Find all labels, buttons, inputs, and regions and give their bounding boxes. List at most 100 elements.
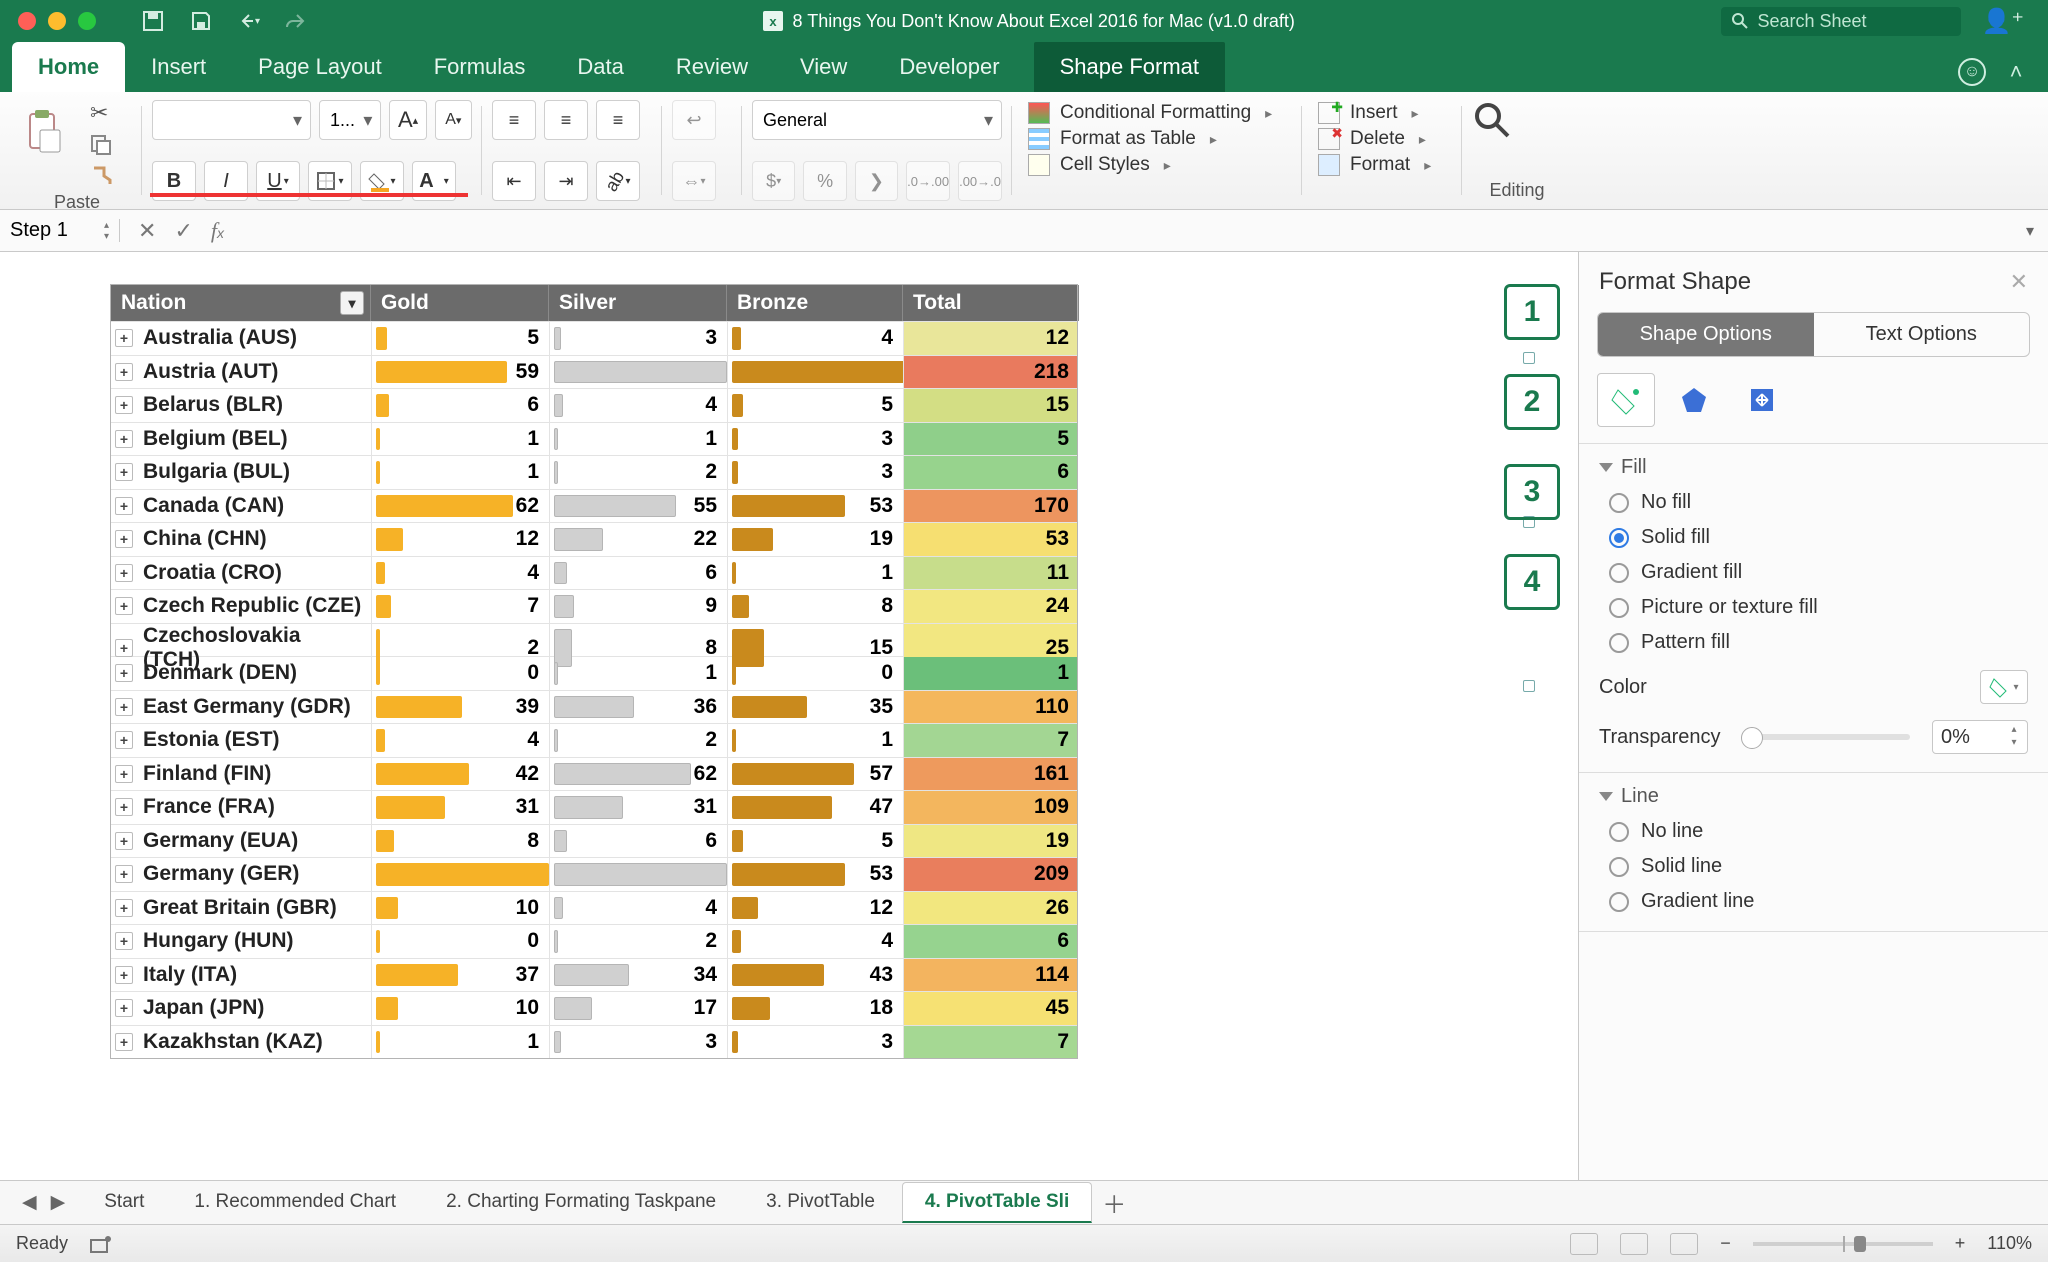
- line-option-solid-line[interactable]: Solid line: [1609, 855, 2028, 878]
- table-row[interactable]: +Germany (GER)787853209: [111, 857, 1077, 891]
- table-row[interactable]: +Denmark (DEN)0101: [111, 656, 1077, 690]
- transparency-slider[interactable]: [1743, 734, 1910, 740]
- conditional-formatting-button[interactable]: Conditional Formatting▸: [1028, 102, 1286, 124]
- expand-icon[interactable]: +: [115, 463, 133, 481]
- redo-icon[interactable]: [286, 10, 308, 32]
- zoom-out-icon[interactable]: −: [1720, 1233, 1731, 1254]
- step-shape-4[interactable]: 4: [1504, 554, 1560, 610]
- copy-icon[interactable]: [90, 134, 112, 156]
- expand-icon[interactable]: +: [115, 664, 133, 682]
- line-heading[interactable]: Line: [1621, 785, 1659, 808]
- table-row[interactable]: +Japan (JPN)10171845: [111, 991, 1077, 1025]
- sheet-tab[interactable]: 4. PivotTable Sli: [902, 1182, 1092, 1223]
- close-pane-icon[interactable]: ✕: [2010, 269, 2028, 295]
- expand-icon[interactable]: +: [115, 497, 133, 515]
- table-row[interactable]: +Great Britain (GBR)1041226: [111, 891, 1077, 925]
- expand-icon[interactable]: +: [115, 639, 133, 657]
- table-row[interactable]: +Finland (FIN)426257161: [111, 757, 1077, 791]
- table-row[interactable]: +Czechoslovakia (TCH)281525: [111, 623, 1077, 657]
- cut-icon[interactable]: ✂: [90, 100, 112, 126]
- decrease-decimal-button[interactable]: .00→.0: [958, 161, 1002, 201]
- pivot-header-silver[interactable]: Silver: [549, 285, 727, 321]
- expand-icon[interactable]: +: [115, 899, 133, 917]
- expand-icon[interactable]: +: [115, 999, 133, 1017]
- insert-cells-button[interactable]: ✚Insert▸: [1318, 102, 1446, 124]
- format-painter-icon[interactable]: [90, 164, 112, 186]
- expand-icon[interactable]: +: [115, 1033, 133, 1051]
- table-row[interactable]: +Hungary (HUN)0246: [111, 924, 1077, 958]
- pivot-header-bronze[interactable]: Bronze: [727, 285, 903, 321]
- step-shape-3[interactable]: 3: [1504, 464, 1560, 520]
- table-row[interactable]: +Kazakhstan (KAZ)1337: [111, 1025, 1077, 1059]
- expand-icon[interactable]: +: [115, 798, 133, 816]
- accounting-button[interactable]: $▾: [752, 161, 795, 201]
- expand-formula-bar-icon[interactable]: ▾: [2012, 221, 2048, 241]
- expand-icon[interactable]: +: [115, 329, 133, 347]
- ribbon-tab-insert[interactable]: Insert: [125, 42, 232, 92]
- align-top-button[interactable]: ≡: [492, 100, 536, 140]
- font-family-select[interactable]: ▾: [152, 100, 311, 140]
- autosave-icon[interactable]: [142, 10, 164, 32]
- pivot-header-total[interactable]: Total: [903, 285, 1079, 321]
- increase-indent-button[interactable]: ⇥: [544, 161, 588, 201]
- fx-icon[interactable]: fx: [211, 218, 224, 244]
- fill-option-gradient-fill[interactable]: Gradient fill: [1609, 561, 2028, 584]
- expand-icon[interactable]: +: [115, 530, 133, 548]
- table-row[interactable]: +Czech Republic (CZE)79824: [111, 589, 1077, 623]
- zoom-level[interactable]: 110%: [1987, 1233, 2032, 1254]
- font-color-button[interactable]: A▾: [412, 161, 456, 201]
- pivot-header-nation[interactable]: Nation▾: [111, 285, 371, 321]
- table-row[interactable]: +Belgium (BEL)1135: [111, 422, 1077, 456]
- worksheet-area[interactable]: Nation▾GoldSilverBronzeTotal +Australia …: [0, 252, 1578, 1180]
- fill-option-picture-or-texture-fill[interactable]: Picture or texture fill: [1609, 596, 2028, 619]
- fill-line-icon[interactable]: [1597, 373, 1655, 427]
- ribbon-tab-home[interactable]: Home: [12, 42, 125, 92]
- format-as-table-button[interactable]: Format as Table▸: [1028, 128, 1286, 150]
- format-cells-button[interactable]: Format▸: [1318, 154, 1446, 176]
- comma-button[interactable]: ❯: [855, 161, 898, 201]
- table-row[interactable]: +Canada (CAN)625553170: [111, 489, 1077, 523]
- expand-icon[interactable]: +: [115, 832, 133, 850]
- next-sheet-icon[interactable]: ▶: [51, 1191, 66, 1214]
- expand-icon[interactable]: +: [115, 932, 133, 950]
- ribbon-tab-page-layout[interactable]: Page Layout: [232, 42, 408, 92]
- page-break-view-icon[interactable]: [1670, 1233, 1698, 1255]
- shrink-font-button[interactable]: A▾: [435, 100, 472, 140]
- percent-button[interactable]: %: [803, 161, 846, 201]
- line-option-no-line[interactable]: No line: [1609, 820, 2028, 843]
- align-bottom-button[interactable]: ≡: [596, 100, 640, 140]
- expand-icon[interactable]: +: [115, 698, 133, 716]
- fill-color-swatch[interactable]: ▾: [1980, 670, 2028, 704]
- table-row[interactable]: +Belarus (BLR)64515: [111, 388, 1077, 422]
- line-option-gradient-line[interactable]: Gradient line: [1609, 890, 2028, 913]
- close-window-icon[interactable]: [18, 12, 36, 30]
- align-middle-button[interactable]: ≡: [544, 100, 588, 140]
- find-button[interactable]: [1472, 100, 1532, 160]
- expand-icon[interactable]: +: [115, 966, 133, 984]
- size-properties-icon[interactable]: [1733, 373, 1791, 427]
- nation-filter-dropdown[interactable]: ▾: [340, 291, 364, 315]
- ribbon-tab-review[interactable]: Review: [650, 42, 774, 92]
- zoom-slider[interactable]: [1753, 1242, 1933, 1246]
- tab-shape-options[interactable]: Shape Options: [1598, 313, 1814, 356]
- wrap-text-button[interactable]: ↩: [672, 100, 716, 140]
- transparency-input[interactable]: 0%▴▾: [1932, 720, 2028, 754]
- fill-option-pattern-fill[interactable]: Pattern fill: [1609, 631, 2028, 654]
- search-input[interactable]: [1757, 11, 1927, 32]
- add-sheet-button[interactable]: ＋: [1096, 1185, 1132, 1220]
- step-shape-1[interactable]: 1: [1504, 284, 1560, 340]
- step-shape-2[interactable]: 2: [1504, 374, 1560, 430]
- expand-icon[interactable]: +: [115, 363, 133, 381]
- name-box[interactable]: Step 1▴▾: [0, 219, 120, 242]
- pivot-header-gold[interactable]: Gold: [371, 285, 549, 321]
- merge-button[interactable]: ⇔▾: [672, 161, 716, 201]
- sheet-tab[interactable]: 1. Recommended Chart: [171, 1182, 419, 1223]
- collapse-ribbon-icon[interactable]: ˄: [2002, 58, 2030, 86]
- expand-icon[interactable]: +: [115, 765, 133, 783]
- cancel-entry-icon[interactable]: ✕: [138, 218, 156, 244]
- number-format-select[interactable]: General▾: [752, 100, 1002, 140]
- page-layout-view-icon[interactable]: [1620, 1233, 1648, 1255]
- save-icon[interactable]: [190, 10, 212, 32]
- feedback-icon[interactable]: ☺: [1958, 58, 1986, 86]
- ribbon-tab-view[interactable]: View: [774, 42, 873, 92]
